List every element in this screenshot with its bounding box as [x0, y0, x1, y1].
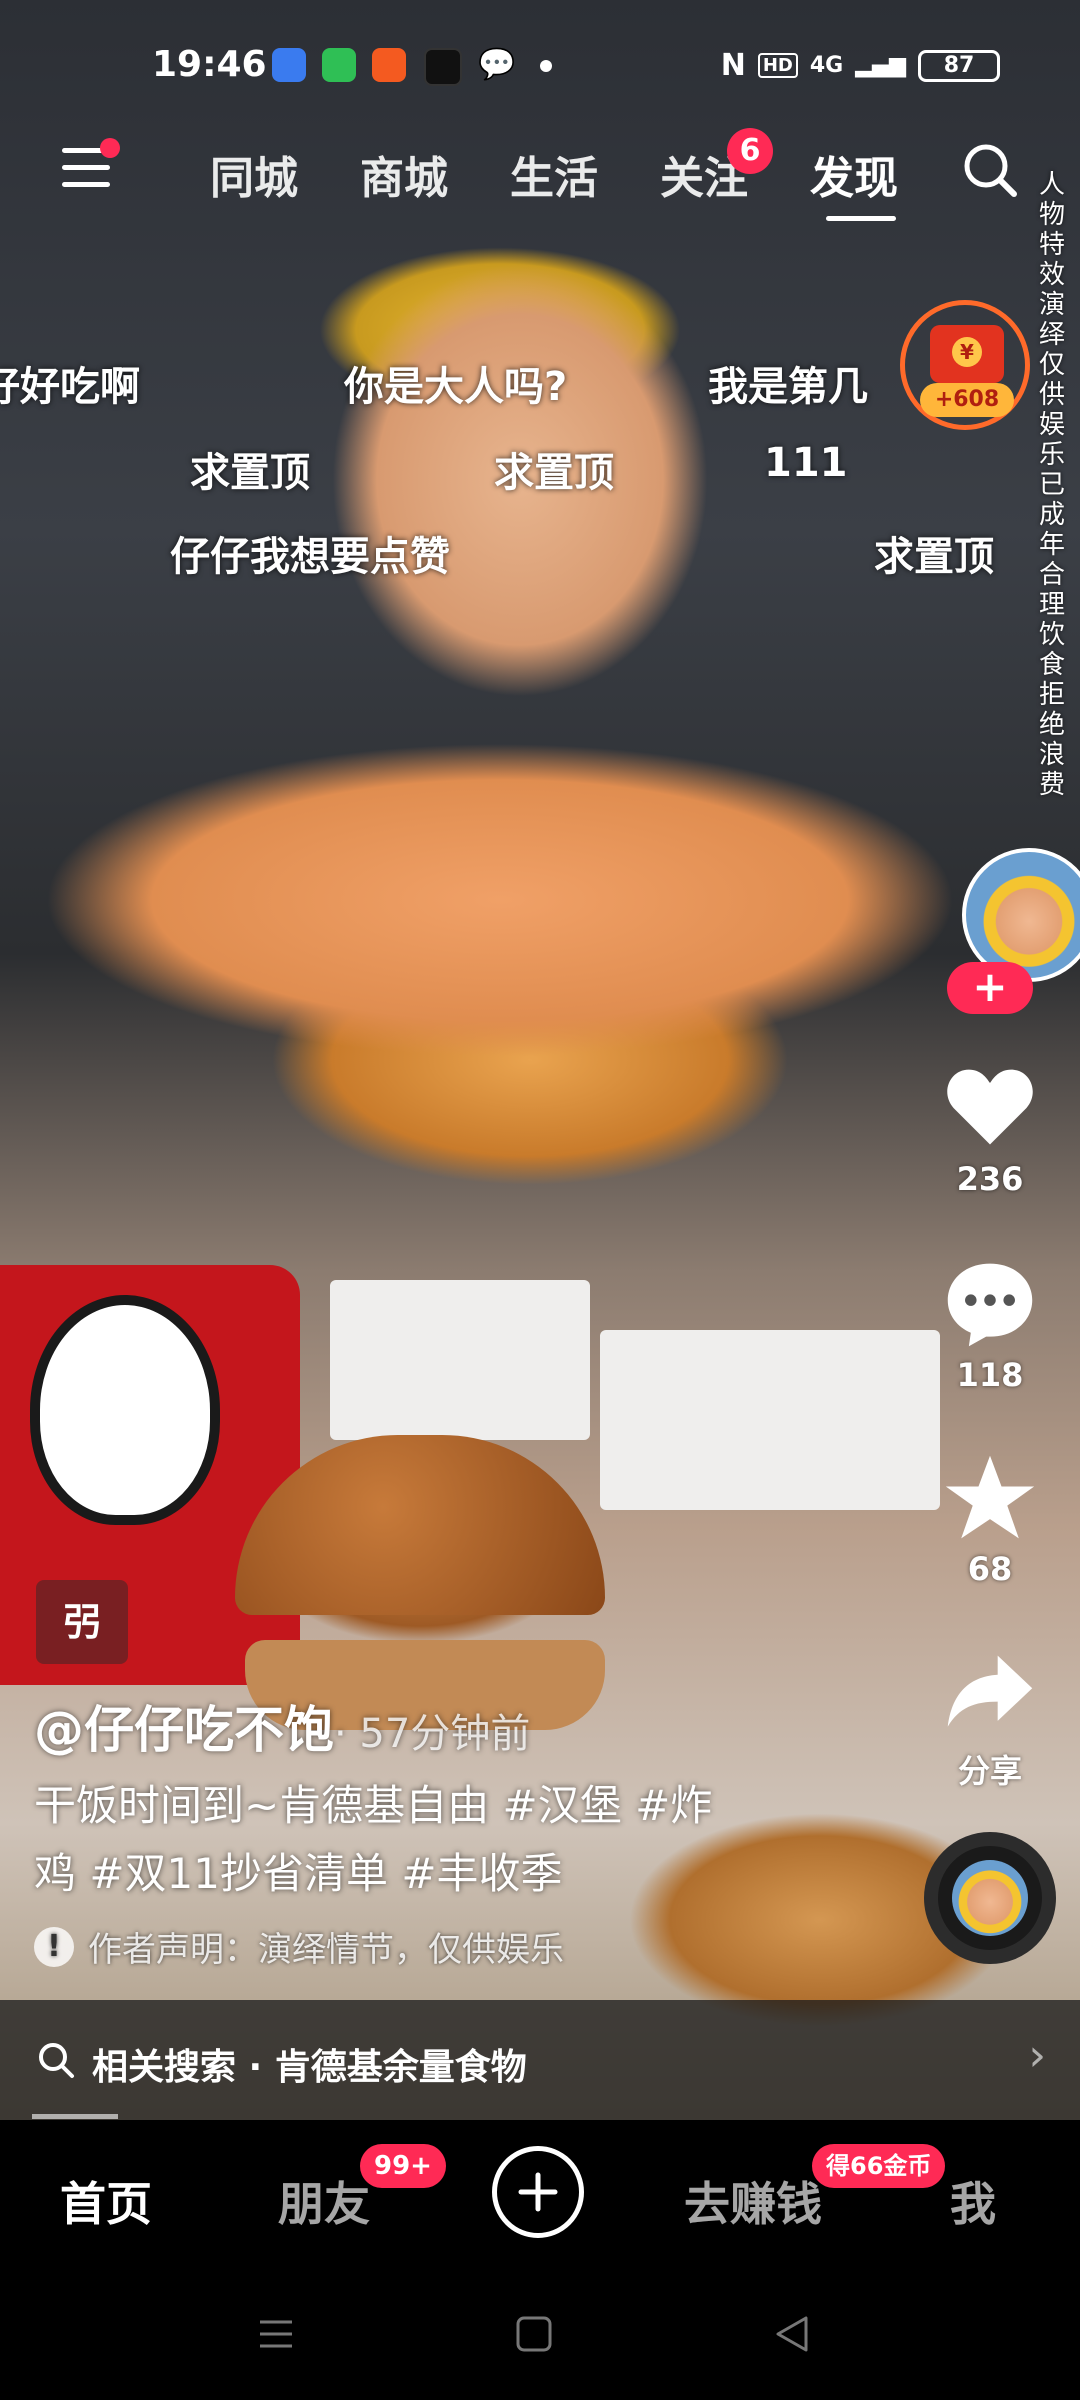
home-icon[interactable]: [514, 2314, 554, 2354]
danmaku-comment: 仔仔我想要点赞: [170, 534, 450, 580]
nav-friends[interactable]: 朋友: [278, 2168, 370, 2234]
yuan-coin-icon: ¥: [952, 337, 982, 367]
bottom-nav: 首页 朋友 99+ 去赚钱 得66金币 我: [0, 2120, 1080, 2270]
danmaku-comment: 好好吃啊: [0, 364, 140, 410]
battery-level: 87: [943, 53, 975, 78]
danmaku-comment: 求置顶: [190, 450, 310, 496]
danmaku-comment: 求置顶: [874, 534, 994, 580]
back-icon[interactable]: [772, 2314, 812, 2354]
earn-badge: 得66金币: [812, 2144, 946, 2188]
video-tag-label: 弜: [36, 1580, 128, 1664]
friends-badge: 99+: [360, 2144, 446, 2188]
status-time: 19:46: [152, 44, 267, 85]
red-packet-amount: +608: [920, 383, 1014, 417]
network-label: 4G: [809, 53, 844, 78]
tab-life[interactable]: 生活: [510, 142, 598, 206]
favorite-count: 68: [967, 1550, 1013, 1588]
plus-icon: [518, 2172, 558, 2212]
messages-icon: [322, 48, 356, 82]
share-label: 分享: [957, 1752, 1022, 1790]
danmaku-comment: 我是第几: [708, 364, 868, 410]
top-nav: 同城 商城 生活 关注 发现: [0, 130, 1080, 221]
share-icon: [947, 1655, 1033, 1727]
author-notice: ! 作者声明：演绎情节，仅供娱乐: [34, 1922, 564, 1971]
battery-icon: 87: [918, 49, 1000, 82]
related-search-label: 相关搜索 · 肯德基余量食物: [92, 2047, 527, 2088]
app-notification-icon: [372, 48, 406, 82]
heart-icon: [947, 1069, 1033, 1145]
related-search-bar[interactable]: 相关搜索 · 肯德基余量食物 ›: [0, 2000, 1080, 2120]
create-button[interactable]: [492, 2146, 584, 2238]
food-box-image: [330, 1280, 590, 1440]
chevron-right-icon: ›: [1028, 2030, 1046, 2081]
system-nav-bar: [0, 2270, 1080, 2400]
author-notice-text: 作者声明：演绎情节，仅供娱乐: [88, 1930, 564, 1970]
tab-local[interactable]: 同城: [210, 142, 298, 206]
tab-mall[interactable]: 商城: [360, 142, 448, 206]
star-icon: [945, 1455, 1035, 1539]
video-caption[interactable]: 干饭时间到~肯德基自由 #汉堡 #炸鸡 #双11抄省清单 #丰收季: [34, 1772, 754, 1908]
vertical-disclaimer: 人物特效演绎仅供娱乐已成年合理饮食拒绝浪费: [1038, 170, 1065, 800]
more-notifications-icon: [540, 60, 552, 72]
danmaku-comment: 求置顶: [494, 450, 614, 496]
video-progress-bar[interactable]: [32, 2114, 118, 2119]
nav-me[interactable]: 我: [950, 2168, 996, 2234]
comment-icon: [947, 1263, 1033, 1347]
music-cover-image: [952, 1860, 1028, 1936]
share-button[interactable]: 分享: [930, 1646, 1050, 1792]
tiktok-icon: [424, 48, 462, 86]
red-packet-button[interactable]: ¥ +608: [900, 300, 1030, 430]
status-indicators: Ν HD 4G ▂▄▆ 87: [721, 48, 1000, 83]
active-tab-indicator: [826, 216, 896, 221]
food-box-image: [600, 1330, 940, 1510]
comment-button[interactable]: 118: [930, 1256, 1050, 1394]
danmaku-comment: 你是大人吗?: [344, 364, 568, 410]
status-bar: 19:46 💬 Ν HD 4G ▂▄▆ 87: [0, 0, 1080, 120]
search-icon: [39, 2043, 74, 2078]
nfc-icon: Ν: [720, 48, 746, 83]
post-time: · 57分钟前: [334, 1711, 531, 1757]
following-badge: 6: [727, 128, 773, 174]
menu-notification-dot: [100, 138, 120, 158]
nav-home[interactable]: 首页: [60, 2168, 152, 2234]
hd-icon: HD: [757, 53, 798, 78]
wechat-icon: 💬: [478, 47, 516, 82]
signal-icon: ▂▄▆: [855, 53, 906, 78]
info-icon: !: [34, 1926, 74, 1967]
author-handle[interactable]: @仔仔吃不饱: [34, 1701, 334, 1759]
danmaku-comment: 111: [764, 440, 848, 486]
app-notification-icon: [272, 48, 306, 82]
like-button[interactable]: 236: [930, 1060, 1050, 1198]
like-count: 236: [956, 1160, 1024, 1198]
menu-icon[interactable]: [256, 2314, 296, 2354]
nav-earn[interactable]: 去赚钱: [684, 2168, 822, 2234]
music-disc[interactable]: [924, 1832, 1056, 1964]
follow-button[interactable]: +: [947, 962, 1033, 1014]
tab-discover[interactable]: 发现: [810, 142, 898, 206]
search-icon[interactable]: [960, 140, 1020, 200]
author-name[interactable]: @仔仔吃不饱· 57分钟前: [34, 1690, 530, 1762]
comment-count: 118: [956, 1356, 1024, 1394]
favorite-button[interactable]: 68: [930, 1450, 1050, 1588]
